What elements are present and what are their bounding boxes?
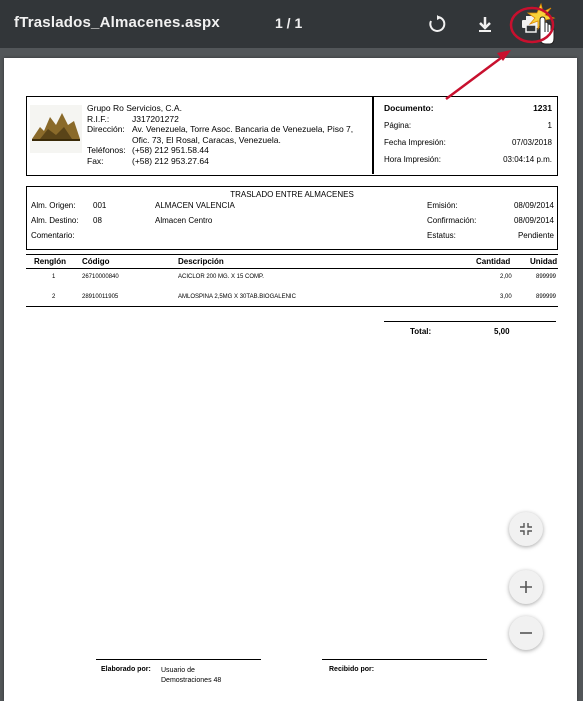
company-info: Grupo Ro Servicios, C.A. R.I.F.: J3172012… bbox=[87, 103, 362, 166]
document-title: fTraslados_Almacenes.aspx bbox=[14, 14, 220, 31]
fecha-value: 07/03/2018 bbox=[511, 138, 552, 147]
report-header: Grupo Ro Servicios, C.A. R.I.F.: J3172012… bbox=[26, 96, 558, 176]
total-label: Total: bbox=[410, 327, 432, 336]
address-value: Av. Venezuela, Torre Asoc. Bancaria de V… bbox=[132, 124, 354, 145]
highlight-circle bbox=[509, 6, 555, 44]
destino-label: Alm. Destino: bbox=[31, 216, 79, 225]
phone-label: Teléfonos: bbox=[87, 145, 126, 155]
row-descripcion: ACICLOR 200 MG. X 15 COMP. bbox=[178, 274, 264, 280]
pdf-toolbar: fTraslados_Almacenes.aspx 1 / 1 bbox=[0, 0, 583, 48]
transfer-title: TRASLADO ENTRE ALMACENES bbox=[230, 190, 354, 199]
emision-label: Emisión: bbox=[427, 201, 458, 210]
destino-name: Almacen Centro bbox=[155, 216, 213, 225]
recibido-label: Recibido por: bbox=[329, 666, 375, 673]
destino-code: 08 bbox=[93, 216, 102, 225]
fax-value: (+58) 212 953.27.64 bbox=[132, 155, 209, 166]
row-cantidad: 2,00 bbox=[500, 274, 512, 280]
fecha-label: Fecha Impresión: bbox=[384, 138, 446, 147]
fit-page-icon bbox=[520, 523, 532, 535]
zoom-in-icon bbox=[520, 581, 532, 593]
address-label: Dirección: bbox=[87, 124, 125, 134]
rif-label: R.I.F.: bbox=[87, 113, 110, 124]
elaborado-label: Elaborado por: bbox=[101, 666, 151, 673]
row-codigo: 28910011905 bbox=[82, 294, 119, 300]
pdf-page: Grupo Ro Servicios, C.A. R.I.F.: J3172012… bbox=[4, 58, 577, 701]
zoom-out-icon bbox=[520, 632, 532, 634]
fax-label: Fax: bbox=[87, 155, 104, 166]
total-value: 5,00 bbox=[494, 327, 510, 336]
header-cantidad: Cantidad bbox=[476, 257, 511, 266]
header-codigo: Código bbox=[82, 257, 110, 266]
header-renglon: Renglón bbox=[34, 257, 66, 266]
signature-line-recibido bbox=[322, 659, 487, 660]
documento-label: Documento: bbox=[384, 103, 434, 113]
documento-value: 1231 bbox=[533, 103, 552, 113]
emision-value: 08/09/2014 bbox=[513, 201, 554, 210]
row-cantidad: 3,00 bbox=[500, 294, 512, 300]
hora-label: Hora Impresión: bbox=[384, 155, 441, 164]
zoom-in-button[interactable] bbox=[509, 570, 543, 604]
row-unidad: 899999 bbox=[536, 274, 557, 280]
rif-value: J317201272 bbox=[132, 113, 179, 124]
confirmacion-label: Confirmación: bbox=[427, 216, 477, 225]
row-renglon: 1 bbox=[52, 274, 56, 280]
page-indicator: 1 / 1 bbox=[275, 15, 303, 31]
row-descripcion: AMLOSPINA 2,5MG X 30TAB.BIOGALENIC bbox=[178, 294, 296, 300]
pdf-viewer[interactable]: Grupo Ro Servicios, C.A. R.I.F.: J3172012… bbox=[0, 48, 583, 701]
pagina-label: Página: bbox=[384, 121, 412, 130]
origen-code: 001 bbox=[93, 201, 107, 210]
company-logo bbox=[30, 105, 82, 153]
row-renglon: 2 bbox=[52, 294, 56, 300]
confirmacion-value: 08/09/2014 bbox=[513, 216, 554, 225]
header-unidad: Unidad bbox=[530, 257, 558, 266]
header-descripcion: Descripción bbox=[178, 257, 224, 266]
elaborado-value: Usuario de Demostraciones 48 bbox=[161, 667, 222, 684]
estatus-value: Pendiente bbox=[517, 231, 554, 240]
estatus-label: Estatus: bbox=[427, 231, 456, 240]
origen-label: Alm. Origen: bbox=[31, 201, 76, 210]
company-name: Grupo Ro Servicios, C.A. bbox=[87, 103, 182, 113]
pagina-value: 1 bbox=[547, 121, 552, 130]
transfer-info-box: TRASLADO ENTRE ALMACENES Alm. Origen: 00… bbox=[26, 186, 558, 250]
origen-name: ALMACEN VALENCIA bbox=[155, 201, 235, 210]
hora-value: 03:04:14 p.m. bbox=[503, 155, 552, 164]
table-row: 2 28910011905 AMLOSPINA 2,5MG X 30TAB.BI… bbox=[26, 292, 558, 306]
rotate-icon[interactable] bbox=[423, 10, 451, 38]
comentario-label: Comentario: bbox=[31, 231, 75, 240]
table-bottom-rule bbox=[26, 306, 558, 307]
row-unidad: 899999 bbox=[536, 294, 557, 300]
phone-value: (+58) 212 951.58.44 bbox=[132, 145, 209, 155]
signature-line-elaborado bbox=[96, 659, 261, 660]
total-rule bbox=[384, 321, 556, 322]
table-row: 1 26710000840 ACICLOR 200 MG. X 15 COMP.… bbox=[26, 272, 558, 286]
document-info-box: Documento: 1231 Página: 1 Fecha Impresión:… bbox=[372, 97, 558, 174]
row-codigo: 26710000840 bbox=[82, 274, 119, 280]
download-icon[interactable] bbox=[471, 10, 499, 38]
zoom-out-button[interactable] bbox=[509, 616, 543, 650]
items-table-header: Renglón Código Descripción Cantidad Unid… bbox=[26, 254, 558, 269]
fit-page-button[interactable] bbox=[509, 512, 543, 546]
